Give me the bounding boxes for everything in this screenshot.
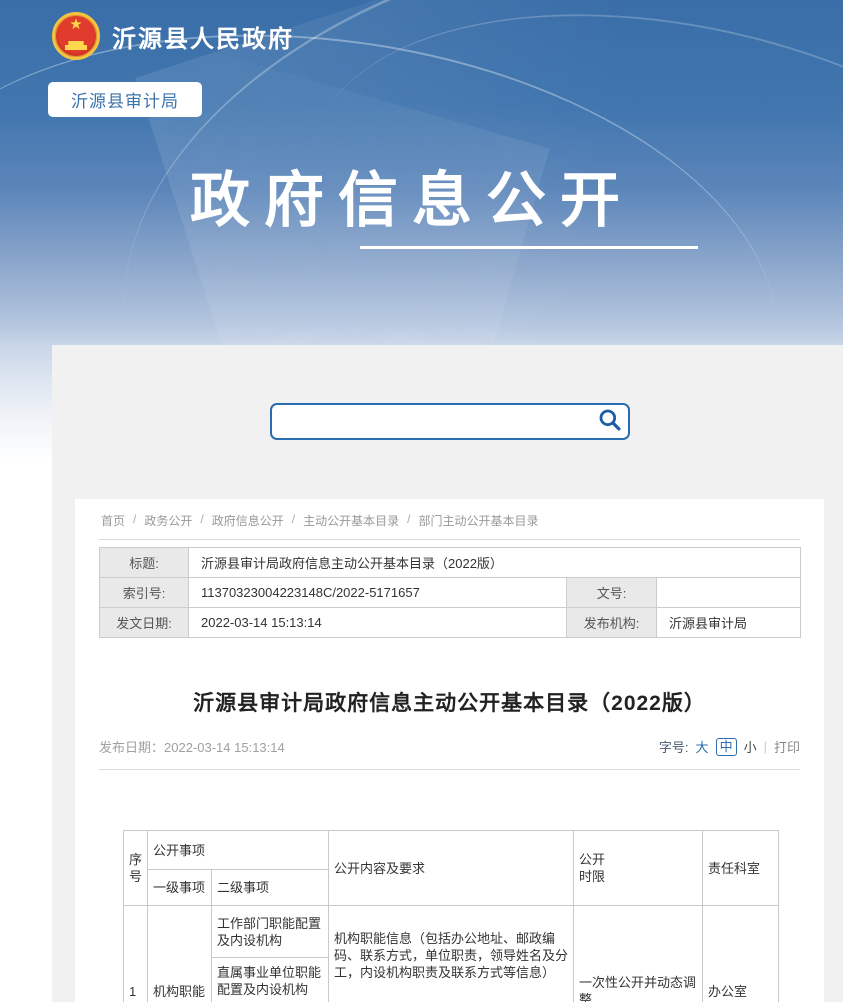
site-name: 沂源县人民政府 [112, 19, 294, 54]
breadcrumb-zhudonggongkai[interactable]: 主动公开基本目录 [303, 512, 399, 529]
banner-title-underline [360, 246, 698, 249]
meta-date-label: 发文日期: [100, 608, 189, 638]
banner-page-title: 政府信息公开 [190, 152, 634, 239]
national-emblem-icon: ★ [52, 12, 100, 60]
table-row: 1 机构职能 工作部门职能配置及内设机构 机构职能信息（包括办公地址、邮政编码、… [124, 906, 779, 958]
cell-time-limit: 一次性公开并动态调整 [574, 906, 703, 1002]
breadcrumb-home[interactable]: 首页 [101, 512, 125, 529]
search-box [270, 403, 630, 440]
meta-date-value: 2022-03-14 15:13:14 [189, 608, 567, 638]
meta-org-value: 沂源县审计局 [657, 608, 801, 638]
meta-title-value: 沂源县审计局政府信息主动公开基本目录（2022版） [189, 548, 801, 578]
catalogue-table: 序号 公开事项 公开内容及要求 公开 时限 责任科室 一级事项 二级事项 1 机… [123, 830, 779, 1002]
col-header-matters: 公开事项 [148, 831, 329, 870]
font-size-small-button[interactable]: 小 [744, 737, 757, 756]
cell-level2: 直属事业单位职能配置及内设机构 [212, 958, 329, 1002]
breadcrumb-zhengwu[interactable]: 政务公开 [144, 512, 192, 529]
meta-index-value: 11370323004223148C/2022-5171657 [189, 578, 567, 608]
meta-docno-label: 文号: [567, 578, 657, 608]
meta-org-label: 发布机构: [567, 608, 657, 638]
breadcrumb-bumen[interactable]: 部门主动公开基本目录 [418, 512, 538, 529]
article-divider [99, 769, 800, 770]
print-button[interactable]: 打印 [774, 737, 800, 756]
col-header-level2: 二级事项 [212, 870, 329, 906]
search-button[interactable] [592, 405, 628, 438]
meta-docno-value [657, 578, 801, 608]
page: ★ 沂源县人民政府 沂源县审计局 政府信息公开 首页 [0, 0, 843, 1002]
col-header-seq: 序号 [124, 831, 148, 906]
col-header-time-limit: 公开 时限 [574, 831, 703, 906]
font-size-medium-button[interactable]: 中 [716, 738, 737, 756]
meta-index-label: 索引号: [100, 578, 189, 608]
col-header-dept: 责任科室 [703, 831, 779, 906]
article-title: 沂源县审计局政府信息主动公开基本目录（2022版） [75, 687, 824, 717]
breadcrumb: 首页 / 政务公开 / 政府信息公开 / 主动公开基本目录 / 部门主动公开基本… [99, 499, 800, 540]
site-logo-link[interactable]: ★ 沂源县人民政府 [52, 10, 294, 62]
publish-date: 发布日期：2022-03-14 15:13:14 [99, 737, 285, 756]
breadcrumb-separator: / [292, 512, 295, 529]
font-size-tools: 字号: 大 中 小 | 打印 [659, 737, 800, 756]
document-meta-table: 标题: 沂源县审计局政府信息主动公开基本目录（2022版） 索引号: 11370… [99, 547, 801, 638]
col-header-level1: 一级事项 [148, 870, 212, 906]
font-size-label: 字号: [659, 737, 689, 756]
cell-dept: 办公室 [703, 906, 779, 1002]
tools-separator: | [764, 739, 767, 754]
cell-level1: 机构职能 [148, 906, 212, 1002]
breadcrumb-separator: / [407, 512, 410, 529]
breadcrumb-separator: / [133, 512, 136, 529]
search-input[interactable] [272, 405, 592, 438]
cell-content: 机构职能信息（包括办公地址、邮政编码、联系方式，单位职责，领导姓名及分工，内设机… [329, 906, 574, 1002]
meta-title-label: 标题: [100, 548, 189, 578]
article-info-row: 发布日期：2022-03-14 15:13:14 字号: 大 中 小 | 打印 [99, 737, 800, 756]
department-tab-button[interactable]: 沂源县审计局 [48, 82, 202, 117]
col-header-content: 公开内容及要求 [329, 831, 574, 906]
cell-seq: 1 [124, 906, 148, 1002]
search-icon [597, 407, 623, 436]
breadcrumb-separator: / [200, 512, 203, 529]
breadcrumb-xinxigongkai[interactable]: 政府信息公开 [212, 512, 284, 529]
font-size-large-button[interactable]: 大 [696, 737, 709, 756]
content-panel: 首页 / 政务公开 / 政府信息公开 / 主动公开基本目录 / 部门主动公开基本… [52, 345, 843, 1002]
article-card: 首页 / 政务公开 / 政府信息公开 / 主动公开基本目录 / 部门主动公开基本… [75, 499, 824, 1002]
cell-level2: 工作部门职能配置及内设机构 [212, 906, 329, 958]
